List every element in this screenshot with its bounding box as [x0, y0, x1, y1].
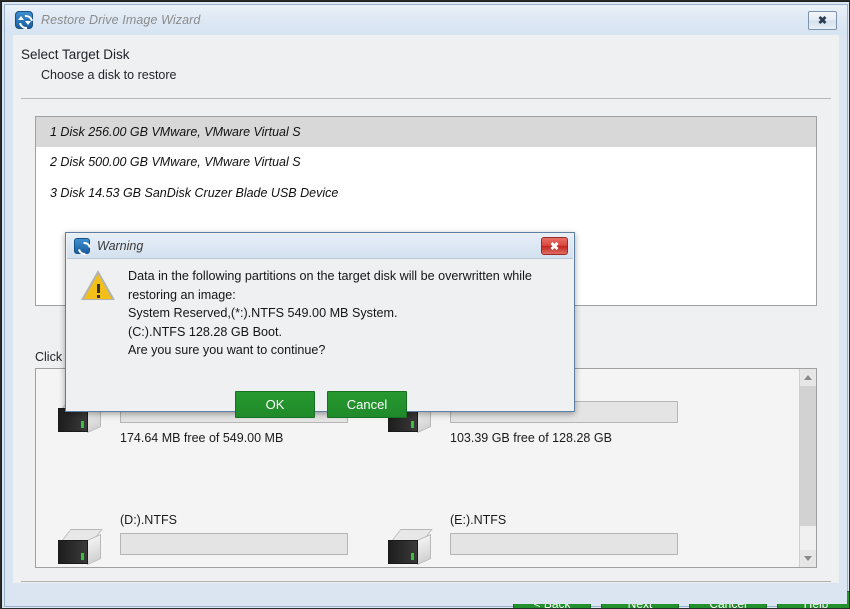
- partition-label: (D:).NTFS: [120, 513, 177, 527]
- scroll-up-icon[interactable]: [800, 369, 816, 386]
- partition-cell[interactable]: (D:).NTFS: [42, 509, 372, 589]
- warning-dialog: Warning ✖ Data in the following partitio…: [65, 232, 575, 412]
- warning-dialog-button-bar: OK Cancel: [68, 391, 574, 418]
- footer-divider: [21, 581, 831, 582]
- page-title: Select Target Disk: [21, 47, 130, 62]
- partition-free-space: 174.64 MB free of 549.00 MB: [120, 431, 283, 445]
- warning-message: Data in the following partitions on the …: [128, 267, 558, 360]
- close-icon[interactable]: ✖: [808, 11, 837, 30]
- warning-line: (C:).NTFS 128.28 GB Boot.: [128, 323, 558, 342]
- scrollbar-thumb[interactable]: [800, 386, 816, 526]
- warning-line: restoring an image:: [128, 286, 558, 305]
- hard-drive-icon: [386, 529, 440, 573]
- scroll-down-icon[interactable]: [800, 550, 816, 567]
- warning-line: System Reserved,(*:).NTFS 549.00 MB Syst…: [128, 304, 558, 323]
- list-item[interactable]: 2 Disk 500.00 GB VMware, VMware Virtual …: [36, 147, 816, 178]
- warning-dialog-title-bar: Warning ✖: [67, 234, 573, 259]
- warning-line: Data in the following partitions on the …: [128, 267, 558, 286]
- refresh-circle-icon: [15, 11, 33, 29]
- warning-dialog-body: Data in the following partitions on the …: [67, 259, 573, 385]
- title-bar: Restore Drive Image Wizard ✖: [5, 5, 847, 35]
- warning-triangle-icon: [81, 270, 115, 301]
- ok-button[interactable]: OK: [235, 391, 315, 418]
- list-item[interactable]: 1 Disk 256.00 GB VMware, VMware Virtual …: [36, 117, 816, 147]
- header-divider: [21, 98, 831, 99]
- list-item[interactable]: 3 Disk 14.53 GB SanDisk Cruzer Blade USB…: [36, 178, 816, 209]
- partition-label: (E:).NTFS: [450, 513, 506, 527]
- partition-cell[interactable]: (E:).NTFS: [372, 509, 702, 589]
- partition-usage-bar: [450, 533, 678, 555]
- window-title: Restore Drive Image Wizard: [41, 13, 200, 27]
- click-hint-label: Click: [35, 350, 62, 364]
- vertical-scrollbar[interactable]: [799, 369, 816, 567]
- warning-line: Are you sure you want to continue?: [128, 341, 558, 360]
- hard-drive-icon: [56, 529, 110, 573]
- page-subtitle: Choose a disk to restore: [41, 68, 177, 82]
- warning-dialog-title: Warning: [97, 239, 143, 253]
- refresh-circle-icon: [74, 238, 90, 254]
- restore-drive-image-wizard-window: Restore Drive Image Wizard ✖ Select Targ…: [0, 0, 850, 609]
- window-footer-strip: [5, 586, 847, 604]
- close-icon[interactable]: ✖: [541, 237, 568, 255]
- partition-free-space: 103.39 GB free of 128.28 GB: [450, 431, 612, 445]
- cancel-button[interactable]: Cancel: [327, 391, 407, 418]
- partition-usage-bar: [120, 533, 348, 555]
